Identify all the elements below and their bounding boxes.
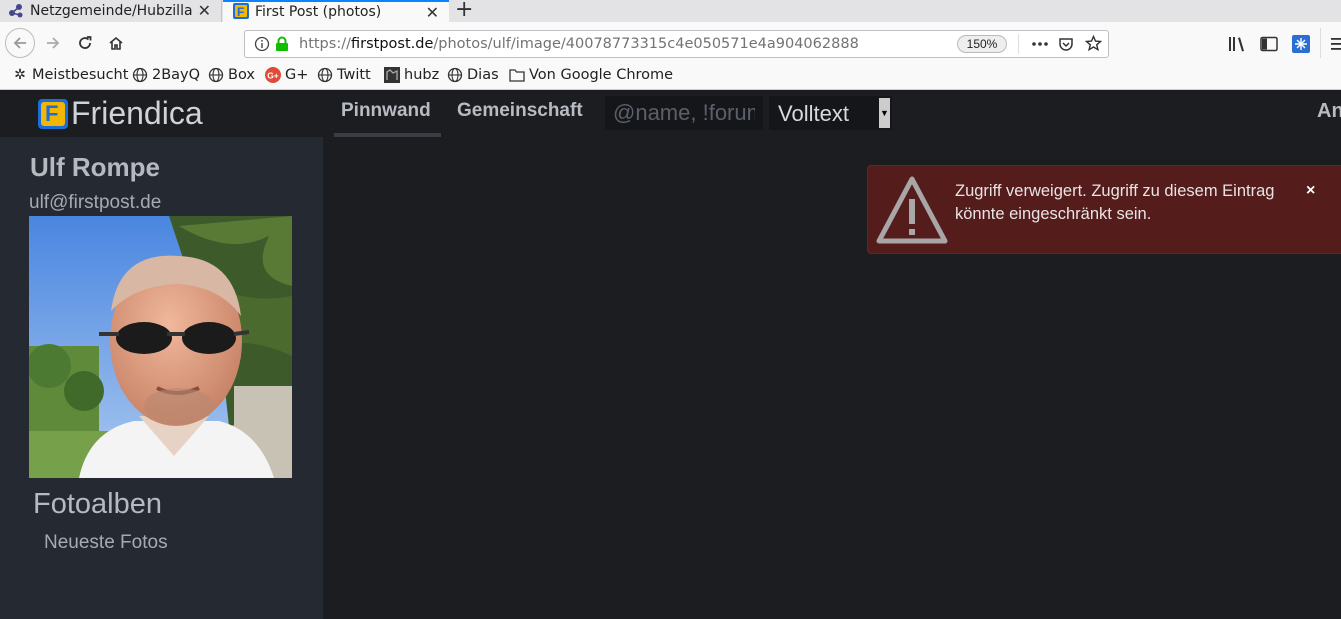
extension-icon[interactable] [1292, 35, 1310, 53]
tab-title: Netzgemeinde/Hubzilla [30, 3, 193, 19]
back-arrow-icon[interactable] [5, 28, 35, 58]
url-path: /photos/ulf/image/40078773315c4e050571e4… [433, 36, 859, 52]
menu-hamburger-icon[interactable] [1331, 37, 1341, 51]
access-denied-alert: Zugriff verweigert. Zugriff zu diesem Ei… [867, 165, 1341, 254]
globe-icon [208, 67, 224, 83]
lock-icon[interactable] [275, 36, 289, 52]
profile-name[interactable]: Ulf Rompe [30, 152, 160, 183]
bookmark-label: G+ [285, 67, 309, 83]
navigation-toolbar: https://firstpost.de/photos/ulf/image/40… [0, 22, 1341, 64]
bookmarks-toolbar: ✲ Meistbesucht 2BayQ Box G+ G+ Twitt hubz … [0, 64, 1341, 90]
bookmark-meistbesucht[interactable]: ✲ Meistbesucht [12, 67, 128, 83]
nav-gemeinschaft[interactable]: Gemeinschaft [457, 100, 583, 122]
bookmark-label: Dias [467, 67, 499, 83]
svg-text:F: F [237, 5, 244, 19]
bookmark-label: 2BayQ [152, 67, 201, 83]
info-icon[interactable] [254, 36, 270, 52]
new-tab-icon[interactable]: + [455, 0, 473, 22]
bookmark-label: Von Google Chrome [529, 67, 674, 83]
bookmark-hubz[interactable]: hubz [384, 67, 439, 83]
globe-icon [447, 67, 463, 83]
search-type-value: Volltext [778, 101, 849, 126]
page-actions-icon[interactable] [1031, 37, 1049, 51]
site-header: F Friendica Pinnwand Gemeinschaft Vollte… [0, 90, 1341, 137]
tab-close-icon[interactable]: ✕ [198, 1, 211, 20]
folder-icon [509, 69, 525, 82]
bookmark-label: Meistbesucht [32, 67, 129, 83]
url-bar[interactable]: https://firstpost.de/photos/ulf/image/40… [244, 30, 1109, 58]
hubzilla-favicon-icon [9, 4, 23, 18]
google-plus-icon: G+ [265, 67, 281, 83]
bookmark-twitt[interactable]: Twitt [317, 67, 371, 83]
tab-bar: Netzgemeinde/Hubzilla ✕ F First Post (ph… [0, 0, 1341, 22]
nav-right-truncated[interactable]: An [1317, 100, 1341, 123]
friendica-logo-icon: F [38, 99, 68, 129]
bookmark-label: hubz [404, 67, 440, 83]
home-icon[interactable] [103, 30, 129, 56]
hubzilla-icon [384, 67, 400, 83]
search-type-select[interactable]: Volltext ▼ [769, 96, 892, 130]
reload-icon[interactable] [72, 30, 98, 56]
sidebar-toggle-icon[interactable] [1260, 36, 1278, 52]
forward-arrow-icon[interactable] [40, 30, 66, 56]
alert-message: Zugriff verweigert. Zugriff zu diesem Ei… [955, 182, 1275, 223]
bookmark-2bayq[interactable]: 2BayQ [132, 67, 200, 83]
bookmark-label: Box [228, 67, 255, 83]
library-icon[interactable] [1228, 36, 1246, 52]
albums-recent-link[interactable]: Neueste Fotos [44, 532, 168, 554]
gear-icon: ✲ [14, 67, 26, 83]
url-divider [1018, 34, 1019, 54]
site-logo-text: Friendica [71, 95, 203, 131]
profile-photo[interactable] [29, 216, 292, 478]
friendica-favicon-icon: F [233, 3, 249, 19]
tab-title: First Post (photos) [255, 4, 382, 20]
bookmark-star-icon[interactable] [1085, 35, 1102, 52]
bookmark-dias[interactable]: Dias [447, 67, 499, 83]
warning-icon [876, 176, 948, 244]
chevron-down-icon[interactable]: ▼ [879, 98, 890, 128]
profile-sidebar: Ulf Rompe ulf@firstpost.de Fotoalben Neu… [0, 137, 323, 619]
bookmark-folder-von-google-chrome[interactable]: Von Google Chrome [509, 67, 673, 83]
profile-address: ulf@firstpost.de [29, 192, 162, 213]
bookmark-label: Twitt [337, 67, 371, 83]
globe-icon [132, 67, 148, 83]
zoom-level-badge[interactable]: 150% [957, 35, 1007, 53]
url-scheme: https:// [299, 36, 351, 52]
bookmark-box[interactable]: Box [208, 67, 255, 83]
tab-close-icon[interactable]: ✕ [426, 3, 439, 22]
url-text[interactable]: https://firstpost.de/photos/ulf/image/40… [299, 36, 859, 52]
close-icon[interactable]: × [1306, 182, 1315, 200]
url-domain: firstpost.de [350, 36, 434, 52]
toolbar-divider [1320, 28, 1321, 58]
tab-first-post[interactable]: F First Post (photos) ✕ [223, 0, 449, 22]
bookmark-gplus[interactable]: G+ G+ [265, 67, 308, 83]
tab-hubzilla[interactable]: Netzgemeinde/Hubzilla ✕ [0, 0, 222, 22]
albums-title: Fotoalben [33, 488, 162, 520]
search-input[interactable] [605, 96, 763, 130]
globe-icon [317, 67, 333, 83]
nav-pinnwand[interactable]: Pinnwand [341, 100, 431, 122]
pocket-icon[interactable] [1058, 36, 1074, 52]
svg-text:G+: G+ [267, 71, 279, 81]
site-logo[interactable]: F Friendica [0, 90, 323, 137]
